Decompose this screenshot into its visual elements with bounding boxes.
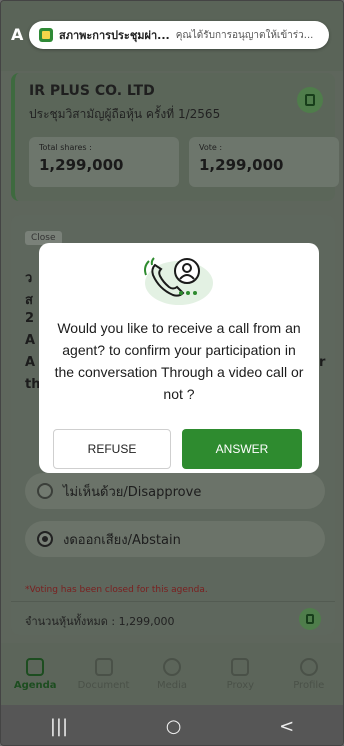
agenda-text-fragment: r (319, 355, 326, 370)
bottom-navigation: Agenda Document Media Proxy Profile (1, 643, 343, 705)
agenda-text-line: 2 (25, 311, 35, 326)
call-request-dialog: Would you like to receive a call from an… (39, 243, 319, 473)
meeting-title: ประชุมวิสามัญผู้ถือหุ้น ครั้งที่ 1/2565 (29, 107, 221, 121)
notification-title: สภาพะการประชุมผ่า... (59, 29, 170, 42)
app-screen: A สภาพะการประชุมผ่า... คุณได้รับการอนุญา… (0, 0, 344, 746)
proxy-icon (231, 657, 250, 676)
company-card: IR PLUS CO. LTD ประชุมวิสามัญผู้ถือหุ้น … (11, 73, 339, 201)
app-notification-icon (39, 28, 53, 42)
nav-label: Proxy (226, 679, 255, 691)
nav-label: Agenda (13, 679, 57, 691)
agenda-text-line: ว (25, 271, 33, 286)
voting-closed-note: *Voting has been closed for this agenda. (25, 585, 208, 595)
home-button[interactable]: ○ (166, 716, 182, 737)
agent-call-icon (144, 257, 213, 305)
profile-icon (299, 657, 318, 676)
app-bar-title: A (11, 25, 24, 44)
company-name: IR PLUS CO. LTD (29, 83, 155, 99)
agenda-text-line: A (25, 333, 36, 348)
notification-message: คุณได้รับการอนุญาตให้เข้าร่ว... (175, 29, 314, 41)
nav-profile[interactable]: Profile (279, 657, 339, 691)
back-button[interactable]: < (279, 716, 294, 737)
nav-media[interactable]: Media (142, 657, 202, 691)
agenda-icon (26, 657, 45, 676)
recents-button[interactable]: ||| (50, 716, 68, 737)
total-shares-label: Total shares : (39, 143, 92, 152)
nav-agenda[interactable]: Agenda (5, 657, 65, 691)
agenda-document-button[interactable] (299, 608, 321, 630)
vote-option-disapprove[interactable]: ไม่เห็นด้วย/Disapprove (25, 473, 325, 509)
document-icon (305, 94, 315, 106)
nav-document[interactable]: Document (74, 657, 134, 691)
agenda-text-line: ส (25, 293, 33, 308)
media-icon (162, 657, 181, 676)
document-icon (94, 657, 113, 676)
nav-proxy[interactable]: Proxy (210, 657, 270, 691)
agenda-text-line: A (25, 355, 36, 370)
nav-label: Profile (293, 679, 325, 691)
notification-banner[interactable]: สภาพะการประชุมผ่า... คุณได้รับการอนุญาตใ… (29, 21, 329, 49)
total-shares-value: 1,299,000 (39, 156, 124, 174)
refuse-button[interactable]: REFUSE (53, 429, 171, 469)
nav-label: Document (77, 679, 130, 691)
system-navigation-bar: ||| ○ < (1, 705, 343, 745)
vote-option-abstain[interactable]: งดออกเสียง/Abstain (25, 521, 325, 557)
meeting-document-button[interactable] (297, 87, 323, 113)
total-shares-text: จำนวนหุ้นทั้งหมด : 1,299,000 (25, 615, 175, 628)
radio-selected-icon (37, 531, 53, 547)
vote-option-label: งดออกเสียง/Abstain (63, 532, 181, 548)
vote-label: Vote : (199, 143, 223, 152)
vote-box: Vote : 1,299,000 (189, 137, 339, 187)
nav-label: Media (156, 679, 187, 691)
vote-value: 1,299,000 (199, 156, 284, 174)
vote-option-label: ไม่เห็นด้วย/Disapprove (63, 484, 202, 500)
total-shares-box: Total shares : 1,299,000 (29, 137, 179, 187)
document-icon (306, 614, 314, 624)
radio-icon (37, 483, 53, 499)
answer-button[interactable]: ANSWER (182, 429, 302, 469)
total-shares-row: จำนวนหุ้นทั้งหมด : 1,299,000 (11, 601, 335, 635)
dialog-message: Would you like to receive a call from an… (54, 320, 304, 402)
